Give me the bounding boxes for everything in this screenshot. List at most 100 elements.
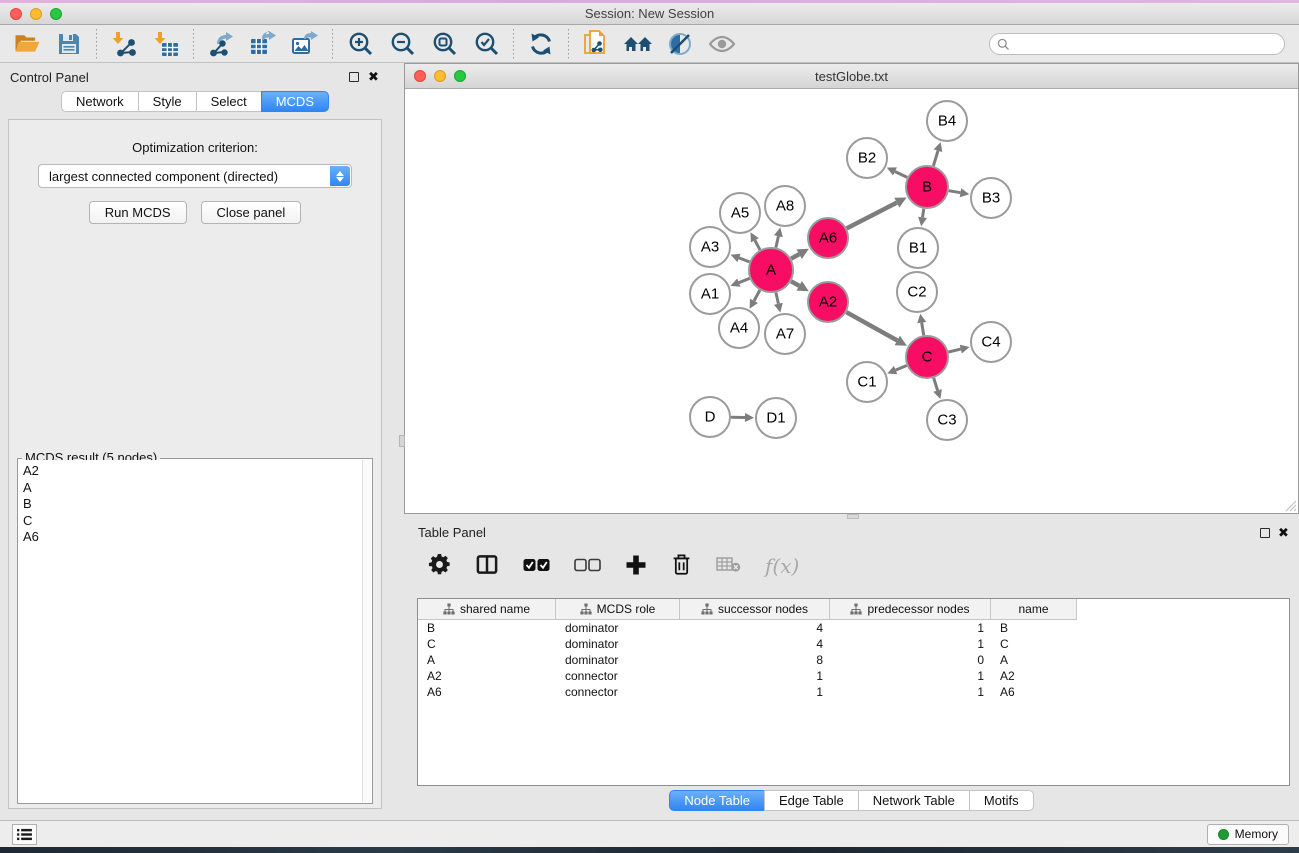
table-cell[interactable]: B — [991, 621, 1077, 635]
open-session-button[interactable] — [10, 29, 44, 59]
table-row[interactable]: Bdominator41B — [418, 620, 1289, 636]
table-cell[interactable]: C — [991, 637, 1077, 651]
import-table-button[interactable] — [149, 29, 183, 59]
table-cell[interactable]: connector — [556, 685, 680, 699]
column-header-name[interactable]: name — [991, 599, 1077, 620]
table-cell[interactable]: B — [418, 621, 556, 635]
edge-C-C4[interactable] — [948, 349, 960, 352]
edge-B-B2[interactable] — [895, 172, 907, 178]
node-C3[interactable]: C3 — [927, 400, 967, 440]
table-cell[interactable]: 4 — [680, 637, 830, 651]
node-C[interactable]: C — [906, 336, 948, 378]
table-cell[interactable]: 1 — [680, 669, 830, 683]
create-new-column-button[interactable] — [625, 554, 647, 579]
node-A7[interactable]: A7 — [765, 314, 805, 354]
result-item[interactable]: A2 — [23, 463, 362, 480]
tab-network[interactable]: Network — [61, 91, 138, 112]
table-cell[interactable]: 1 — [830, 685, 991, 699]
edge-A6-B[interactable] — [847, 203, 897, 229]
edge-A2-C[interactable] — [846, 312, 897, 340]
table-cell[interactable]: dominator — [556, 637, 680, 651]
table-cell[interactable]: dominator — [556, 621, 680, 635]
tab-motifs[interactable]: Motifs — [969, 790, 1034, 811]
tab-node-table[interactable]: Node Table — [669, 790, 764, 811]
tab-network-table[interactable]: Network Table — [858, 790, 969, 811]
memory-button[interactable]: Memory — [1207, 824, 1289, 845]
result-item[interactable]: A6 — [23, 529, 362, 546]
export-image-button[interactable] — [288, 29, 322, 59]
table-cell[interactable]: A2 — [418, 669, 556, 683]
column-header-MCDS-role[interactable]: MCDS role — [556, 599, 680, 620]
run-mcds-button[interactable]: Run MCDS — [89, 201, 187, 224]
show-panels-button[interactable] — [12, 824, 37, 845]
table-cell[interactable]: 1 — [830, 669, 991, 683]
mcds-result-list[interactable]: A2ABCA6 — [19, 460, 362, 802]
table-cell[interactable]: C — [418, 637, 556, 651]
toggle-graphics-details-button[interactable] — [663, 29, 697, 59]
table-cell[interactable]: 1 — [830, 637, 991, 651]
edge-A-A4[interactable] — [754, 290, 760, 301]
table-cell[interactable]: 0 — [830, 653, 991, 667]
node-B[interactable]: B — [906, 166, 948, 208]
node-A3[interactable]: A3 — [690, 227, 730, 267]
zoom-fit-content-button[interactable] — [427, 29, 461, 59]
result-scrollbar[interactable] — [362, 460, 371, 802]
search-field[interactable] — [989, 33, 1285, 55]
node-B4[interactable]: B4 — [927, 101, 967, 141]
node-A5[interactable]: A5 — [720, 193, 760, 233]
column-header-successor-nodes[interactable]: successor nodes — [680, 599, 830, 620]
deselect-all-rows-button[interactable] — [574, 558, 601, 575]
node-C1[interactable]: C1 — [847, 362, 887, 402]
new-network-from-selection-button[interactable] — [579, 29, 613, 59]
node-B2[interactable]: B2 — [847, 138, 887, 178]
search-input[interactable] — [1014, 37, 1284, 51]
network-canvas[interactable]: B4B2BB3A8A5A6A3B1AC2A1A2A4A7C4CC1C3DD1 — [406, 90, 1297, 512]
edge-B-B3[interactable] — [949, 191, 961, 193]
result-item[interactable]: B — [23, 496, 362, 513]
node-C2[interactable]: C2 — [897, 272, 937, 312]
vertical-splitter-handle[interactable] — [399, 435, 405, 447]
node-A6[interactable]: A6 — [808, 218, 848, 258]
edge-A-A1[interactable] — [739, 278, 750, 282]
table-cell[interactable]: A2 — [991, 669, 1077, 683]
zoom-in-button[interactable] — [343, 29, 377, 59]
result-item[interactable]: C — [23, 513, 362, 530]
table-cell[interactable]: 4 — [680, 621, 830, 635]
edge-C-C1[interactable] — [896, 366, 907, 371]
edge-B-B4[interactable] — [933, 151, 938, 166]
float-panel-icon[interactable] — [347, 70, 360, 83]
node-A2[interactable]: A2 — [808, 282, 848, 322]
edge-A-A2[interactable] — [791, 281, 799, 286]
node-A4[interactable]: A4 — [719, 308, 759, 348]
node-A[interactable]: A — [749, 248, 793, 292]
tab-mcds[interactable]: MCDS — [261, 91, 329, 112]
first-neighbors-button[interactable] — [621, 29, 655, 59]
resize-grip-icon[interactable] — [1284, 499, 1297, 512]
table-cell[interactable]: A — [991, 653, 1077, 667]
edge-A-A8[interactable] — [776, 236, 779, 247]
tab-style[interactable]: Style — [138, 91, 196, 112]
table-row[interactable]: A6connector11A6 — [418, 684, 1289, 700]
tab-edge-table[interactable]: Edge Table — [764, 790, 858, 811]
toggle-column-view-button[interactable] — [475, 553, 499, 579]
table-cell[interactable]: connector — [556, 669, 680, 683]
select-all-rows-button[interactable] — [523, 558, 550, 575]
table-cell[interactable]: dominator — [556, 653, 680, 667]
table-cell[interactable]: A6 — [418, 685, 556, 699]
edge-A-A3[interactable] — [739, 258, 750, 262]
table-row[interactable]: A2connector11A2 — [418, 668, 1289, 684]
edge-A-A7[interactable] — [776, 293, 779, 304]
edge-B-B1[interactable] — [923, 209, 924, 218]
node-A1[interactable]: A1 — [690, 274, 730, 314]
node-B1[interactable]: B1 — [898, 228, 938, 268]
apply-preferred-layout-button[interactable] — [524, 29, 558, 59]
node-B3[interactable]: B3 — [971, 178, 1011, 218]
table-float-panel-icon[interactable] — [1258, 526, 1271, 539]
table-cell[interactable]: 1 — [830, 621, 991, 635]
table-close-panel-icon[interactable]: ✖ — [1277, 526, 1290, 539]
import-network-button[interactable] — [107, 29, 141, 59]
edge-C-C3[interactable] — [934, 378, 938, 391]
table-settings-button[interactable] — [428, 553, 451, 579]
delete-columns-button[interactable] — [671, 553, 692, 579]
export-table-button[interactable] — [246, 29, 280, 59]
